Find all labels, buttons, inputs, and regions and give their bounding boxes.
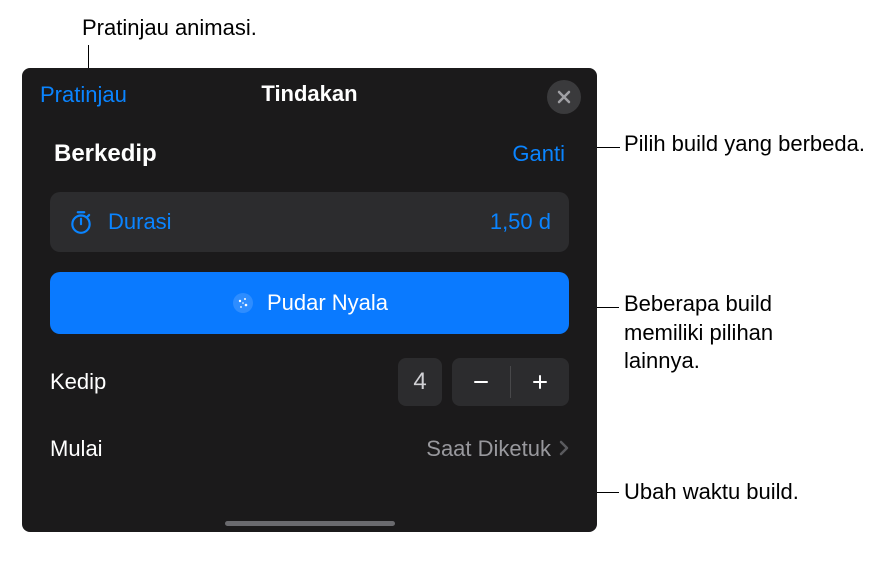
duration-label: Durasi xyxy=(108,209,490,235)
build-row: Berkedip Ganti xyxy=(22,120,597,182)
stepper-buttons xyxy=(452,358,569,406)
effect-button[interactable]: Pudar Nyala xyxy=(50,272,569,334)
effect-label: Pudar Nyala xyxy=(267,290,388,316)
home-indicator xyxy=(225,521,395,526)
stepper-group: 4 xyxy=(398,358,569,406)
minus-icon xyxy=(472,373,490,391)
change-button[interactable]: Ganti xyxy=(512,141,565,167)
preview-link[interactable]: Pratinjau xyxy=(40,82,127,108)
start-value-group: Saat Diketuk xyxy=(426,436,569,462)
close-button[interactable] xyxy=(547,80,581,114)
duration-row[interactable]: Durasi 1,50 d xyxy=(50,192,569,252)
callout-effect: Beberapa build memiliki pilihan lainnya. xyxy=(624,290,844,376)
timer-icon xyxy=(68,209,94,235)
chevron-right-icon xyxy=(559,436,569,462)
callout-change: Pilih build yang berbeda. xyxy=(624,130,865,159)
duration-value: 1,50 d xyxy=(490,209,551,235)
stepper-row: Kedip 4 xyxy=(50,358,569,406)
start-row[interactable]: Mulai Saat Diketuk xyxy=(50,436,569,462)
stepper-label: Kedip xyxy=(50,369,106,395)
build-name: Berkedip xyxy=(54,140,157,168)
plus-icon xyxy=(531,373,549,391)
panel-header: Pratinjau Tindakan xyxy=(22,68,597,120)
stepper-value: 4 xyxy=(398,358,442,406)
callout-preview: Pratinjau animasi. xyxy=(82,14,257,43)
stepper-plus-button[interactable] xyxy=(511,358,569,406)
panel-title: Tindakan xyxy=(261,81,357,107)
sparkle-icon xyxy=(231,291,255,315)
callout-start: Ubah waktu build. xyxy=(624,478,799,507)
close-icon xyxy=(557,90,571,104)
stepper-minus-button[interactable] xyxy=(452,358,510,406)
start-label: Mulai xyxy=(50,436,103,462)
action-panel: Pratinjau Tindakan Berkedip Ganti Durasi… xyxy=(22,68,597,532)
start-value: Saat Diketuk xyxy=(426,436,551,462)
